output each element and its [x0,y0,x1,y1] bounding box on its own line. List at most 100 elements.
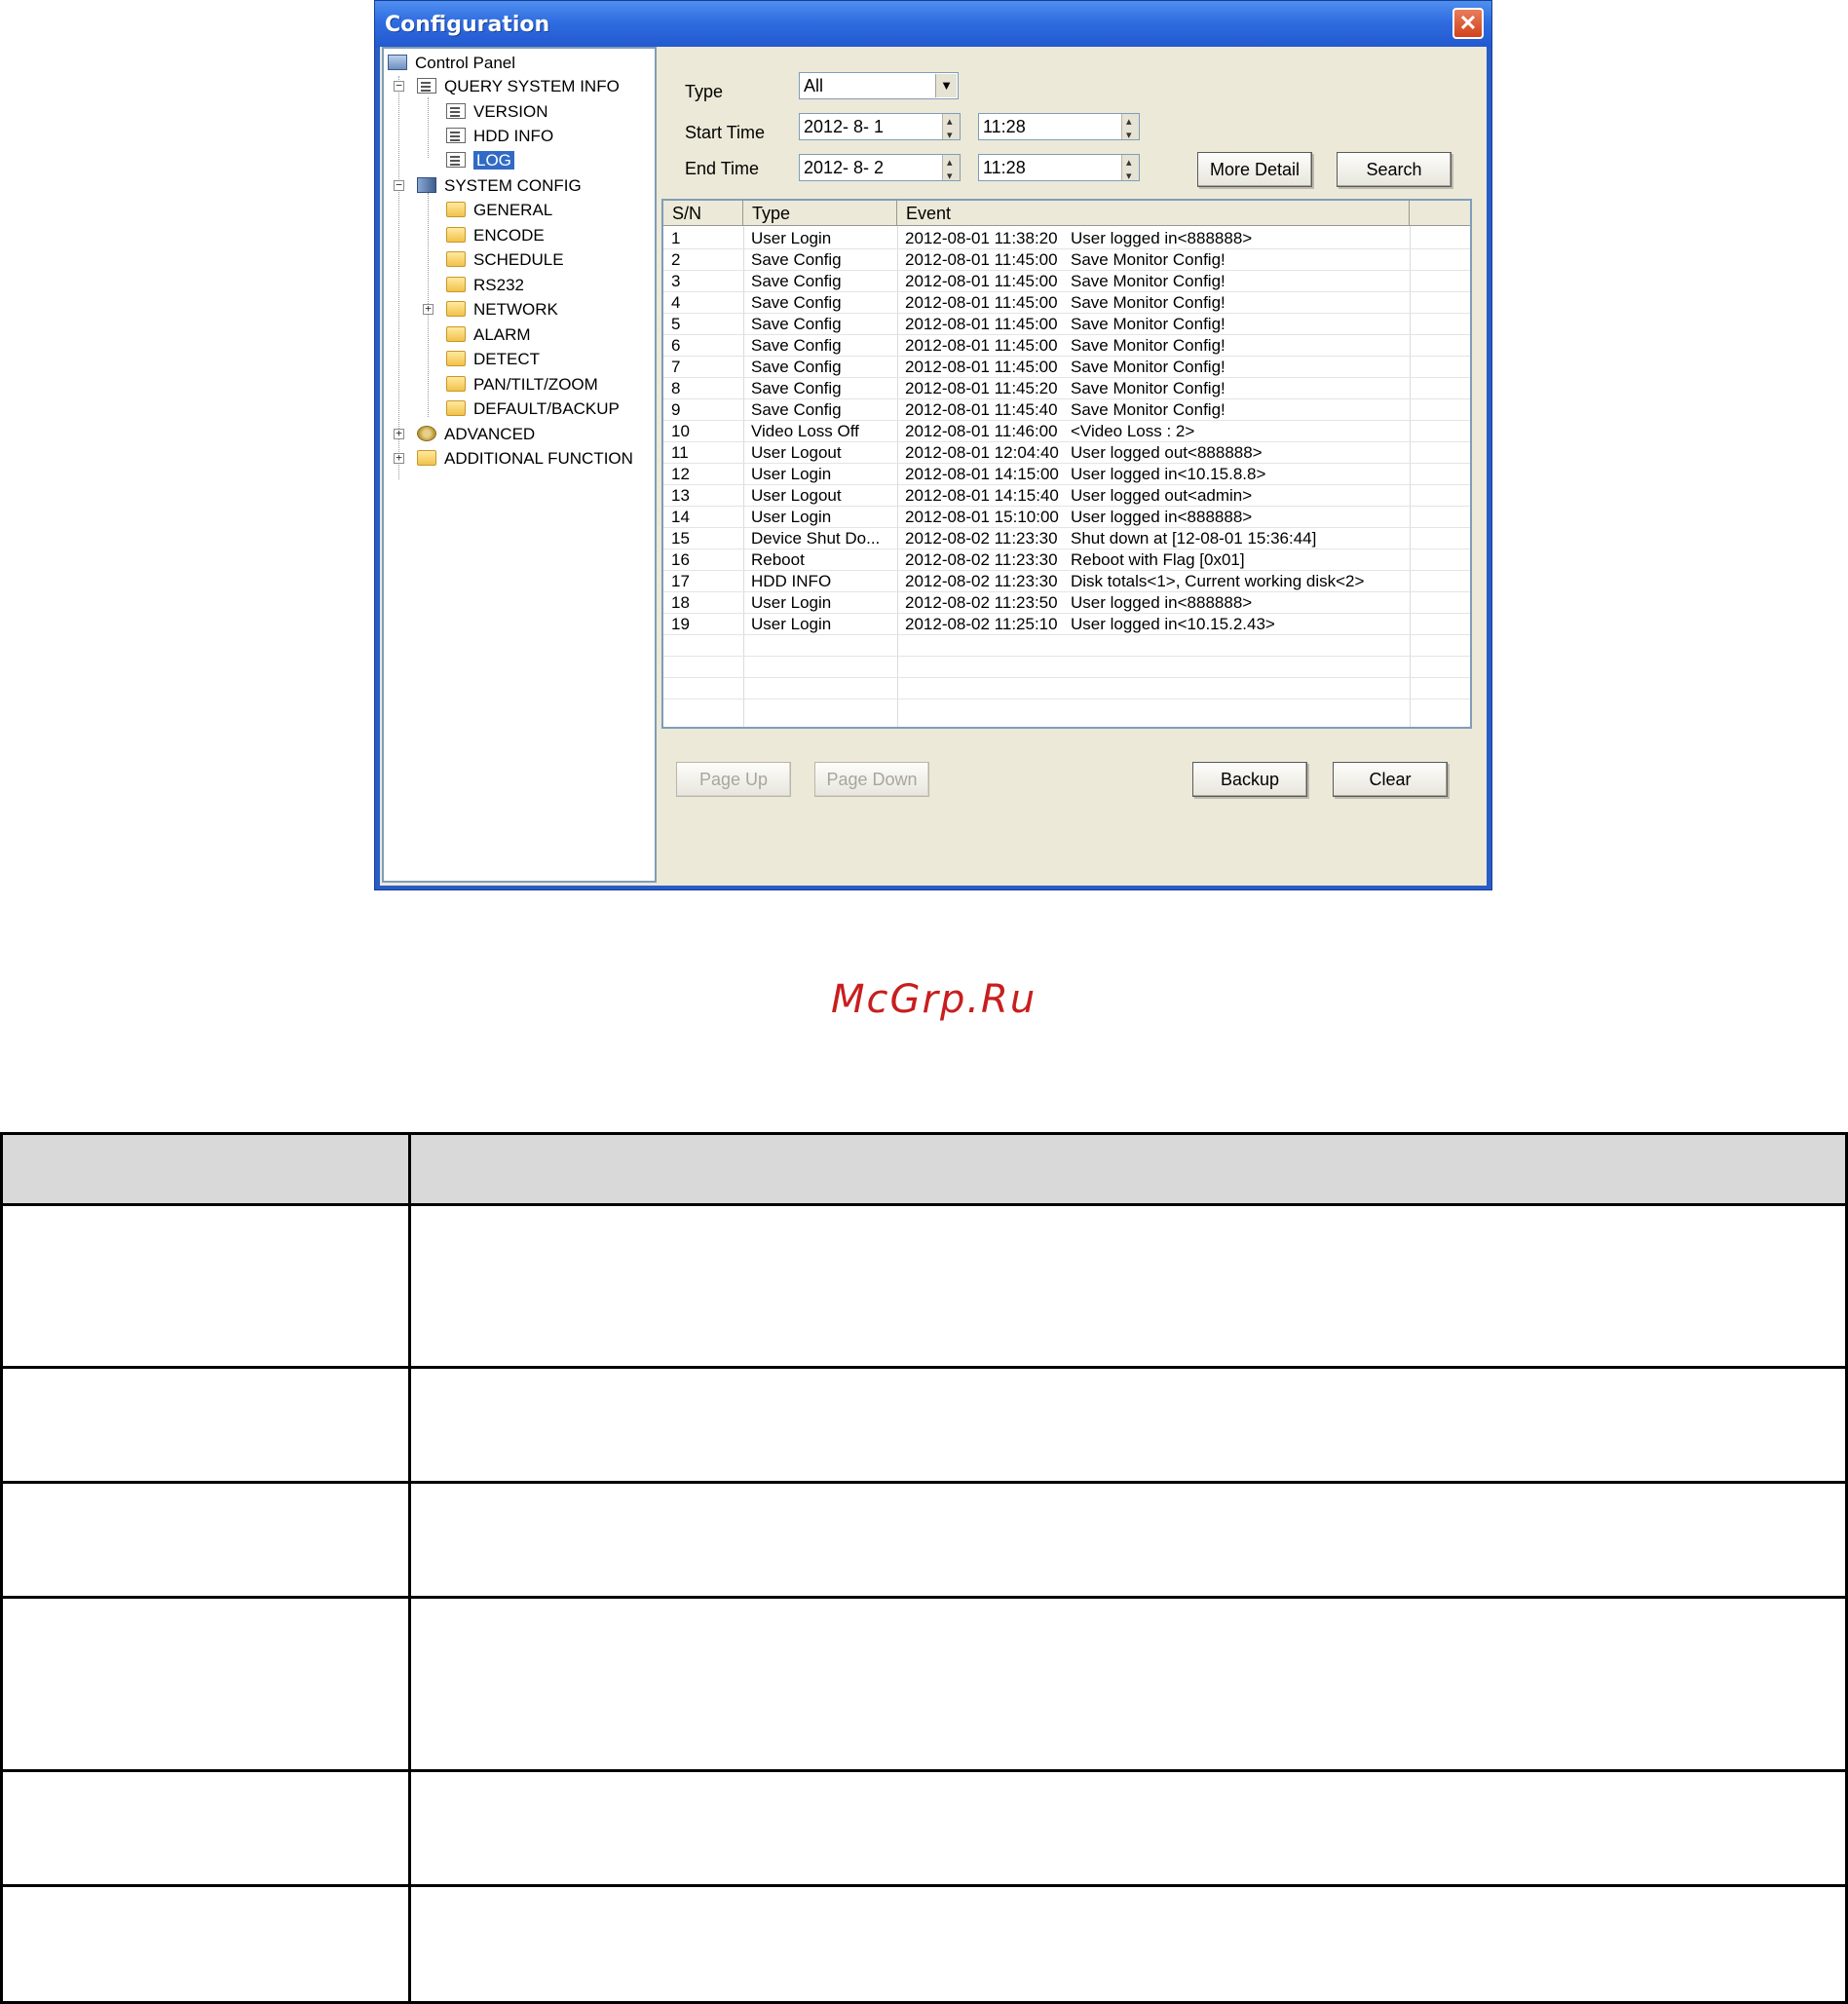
chevron-down-icon[interactable]: ▼ [935,74,957,97]
page-down-button[interactable]: Page Down [814,762,929,797]
cell-sn: 16 [671,550,690,569]
tree-item-version[interactable]: VERSION [446,100,548,124]
tree-item-schedule[interactable]: SCHEDULE [446,248,564,272]
table-row[interactable]: 12 User Login 2012-08-01 14:15:00 User logg… [663,464,1470,485]
end-date-value: 2012- 8- 2 [804,158,885,177]
log-table[interactable]: S/N Type Event 1 User Login 2012-08-01 11:… [661,199,1472,729]
window-client-area: Control Panel − QUERY SYSTEM INFO VERSIO… [380,47,1487,886]
tree-item-pan-tilt-zoom[interactable]: PAN/TILT/ZOOM [446,373,598,397]
page-up-button[interactable]: Page Up [676,762,791,797]
column-header-sn[interactable]: S/N [663,201,743,226]
collapse-toggle-query[interactable]: − [394,80,404,92]
cell-sn: 5 [671,315,681,333]
start-date-field[interactable]: 2012- 8- 1 [799,109,961,148]
cell-time: 2012-08-02 11:25:10 [905,615,1058,633]
start-date-spinner[interactable] [942,109,960,148]
type-select-value: All [804,76,824,95]
table-row[interactable]: 4 Save Config 2012-08-01 11:45:00 Save Moni… [663,292,1470,314]
cell-time: 2012-08-01 11:45:00 [905,315,1058,333]
table-row[interactable]: 17 HDD INFO 2012-08-02 11:23:30 Disk totals… [663,571,1470,592]
end-time-label: End Time [685,159,760,178]
table-row[interactable]: 9 Save Config 2012-08-01 11:45:40 Save Moni… [663,399,1470,421]
cell-time: 2012-08-01 11:45:00 [905,336,1058,355]
folder-icon [446,251,466,267]
table-row[interactable]: 7 Save Config 2012-08-01 11:45:00 Save Moni… [663,357,1470,378]
close-button[interactable]: ✕ [1452,8,1484,39]
cell-sn: 14 [671,508,690,526]
table-row[interactable]: 14 User Login 2012-08-01 15:10:00 User logg… [663,507,1470,528]
cell-time: 2012-08-01 11:45:40 [905,400,1058,419]
tree-item-detect[interactable]: DETECT [446,348,540,371]
tree-item-control-panel[interactable]: Control Panel [388,52,515,75]
more-detail-button[interactable]: More Detail [1197,152,1312,187]
expand-toggle-advanced[interactable]: + [394,428,404,439]
table-row[interactable]: 1 User Login 2012-08-01 11:38:20 User logge… [663,228,1470,249]
clear-button[interactable]: Clear [1333,762,1448,797]
cell-type: Save Config [751,358,842,376]
start-time-spinner[interactable] [1121,109,1139,148]
type-select[interactable]: All ▼ [799,72,959,99]
table-row[interactable]: 10 Video Loss Off 2012-08-01 11:46:00 <Vide… [663,421,1470,442]
cell-type: Save Config [751,379,842,397]
tree-item-network[interactable]: NETWORK [446,298,558,321]
expand-toggle-additional[interactable]: + [394,452,404,464]
cell-event: <Video Loss : 2> [1071,422,1195,440]
cell-time: 2012-08-01 11:38:20 [905,229,1058,247]
end-time-spinner[interactable] [1121,150,1139,189]
cell-time: 2012-08-01 14:15:00 [905,465,1059,483]
expand-toggle-network[interactable]: + [423,303,434,315]
cell-sn: 8 [671,379,681,397]
type-label: Type [685,82,724,101]
start-time-value: 11:28 [983,117,1026,136]
cell-event: User logged out<888888> [1071,443,1263,462]
column-header-event[interactable]: Event [897,201,1410,226]
cell-event: Save Monitor Config! [1071,400,1226,419]
tree-item-query-system-info[interactable]: QUERY SYSTEM INFO [417,75,620,98]
start-time-field[interactable]: 11:28 [978,109,1140,148]
cell-time: 2012-08-01 14:15:40 [905,486,1059,505]
tree-item-hdd-info[interactable]: HDD INFO [446,125,553,148]
tree-item-system-config[interactable]: SYSTEM CONFIG [417,174,582,198]
tree-item-advanced[interactable]: ADVANCED [417,423,535,446]
cell-time: 2012-08-01 11:45:00 [905,250,1058,269]
folder-icon [446,227,466,243]
table-row[interactable]: 13 User Logout 2012-08-01 14:15:40 User log… [663,485,1470,507]
cell-event: User logged in<888888> [1071,593,1253,612]
table-row[interactable]: 2 Save Config 2012-08-01 11:45:00 Save Moni… [663,249,1470,271]
folder-icon [417,450,436,466]
title-bar[interactable]: Configuration ✕ [375,1,1491,48]
tools-icon [417,177,436,193]
tree-item-additional-function[interactable]: ADDITIONAL FUNCTION [417,447,633,471]
table-row[interactable]: 16 Reboot 2012-08-02 11:23:30 Reboot with F… [663,549,1470,571]
cell-type: Save Config [751,272,842,290]
table-row[interactable]: 15 Device Shut Do... 2012-08-02 11:23:30 Sh… [663,528,1470,549]
cell-sn: 17 [671,572,690,590]
tree-item-rs232[interactable]: RS232 [446,274,524,297]
table-row[interactable]: 11 User Logout 2012-08-01 12:04:40 User log… [663,442,1470,464]
table-row[interactable]: 6 Save Config 2012-08-01 11:45:00 Save Moni… [663,335,1470,357]
watermark: McGrp.Ru [831,977,1037,1022]
column-header-type[interactable]: Type [743,201,897,226]
collapse-toggle-system-config[interactable]: − [394,179,404,191]
table-row[interactable]: 3 Save Config 2012-08-01 11:45:00 Save Moni… [663,271,1470,292]
cell-sn: 7 [671,358,681,376]
tree-item-default-backup[interactable]: DEFAULT/BACKUP [446,397,620,421]
table-row[interactable]: 19 User Login 2012-08-02 11:25:10 User logg… [663,614,1470,635]
tree-item-general[interactable]: GENERAL [446,199,552,222]
end-time-field[interactable]: 11:28 [978,150,1140,189]
end-date-spinner[interactable] [942,150,960,189]
table-row[interactable]: 5 Save Config 2012-08-01 11:45:00 Save Moni… [663,314,1470,335]
table-row [663,678,1470,700]
end-date-field[interactable]: 2012- 8- 2 [799,150,961,189]
table-row[interactable]: 8 Save Config 2012-08-01 11:45:20 Save Moni… [663,378,1470,399]
search-button[interactable]: Search [1337,152,1452,187]
cell-sn: 1 [671,229,681,247]
start-date-value: 2012- 8- 1 [804,117,885,136]
tree-item-log[interactable]: LOG [446,149,514,172]
document-icon [446,128,466,143]
backup-button[interactable]: Backup [1192,762,1307,797]
tree-item-alarm[interactable]: ALARM [446,323,531,347]
tree-item-encode[interactable]: ENCODE [446,224,545,247]
table-row[interactable]: 18 User Login 2012-08-02 11:23:50 User logg… [663,592,1470,614]
cell-sn: 15 [671,529,690,548]
